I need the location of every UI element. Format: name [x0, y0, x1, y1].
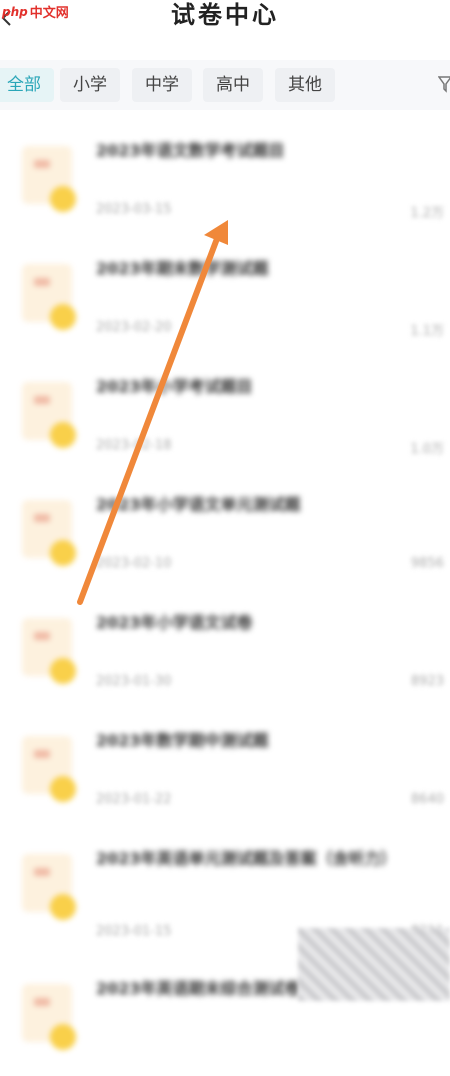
paper-thumbnail [22, 854, 78, 924]
paper-title: 2023年英语单元测试题及答案（含听力） [96, 849, 397, 868]
page-title: 试卷中心 [171, 0, 279, 29]
paper-count: 9856 [410, 556, 444, 571]
image-noise-overlay [298, 928, 450, 1001]
paper-thumbnail [22, 984, 78, 1054]
paper-thumbnail [22, 146, 78, 216]
tab-primary[interactable]: 小学 [60, 68, 120, 102]
tab-high[interactable]: 高中 [203, 68, 263, 102]
filter-icon[interactable] [438, 75, 450, 93]
list-item[interactable]: 2023年小学语文试卷 2023-01-30 8923 [0, 592, 450, 710]
list-item[interactable]: 2023年小学考试题目 2023-02-18 1.0万 [0, 356, 450, 474]
paper-title: 2023年小学语文单元测试题 [96, 495, 301, 514]
tab-other[interactable]: 其他 [275, 68, 335, 102]
header: php 中文网 试卷中心 [0, 0, 450, 52]
category-tabs: 全部 小学 中学 高中 其他 [0, 60, 450, 110]
paper-count: 1.2万 [410, 206, 444, 221]
paper-count: 1.0万 [410, 442, 444, 457]
paper-count: 8640 [410, 792, 444, 807]
paper-date: 2023-01-30 [96, 674, 172, 689]
tab-middle[interactable]: 中学 [132, 68, 192, 102]
paper-title: 2023年小学考试题目 [96, 377, 253, 396]
paper-thumbnail [22, 500, 78, 570]
paper-title: 2023年数学期中测试题 [96, 731, 269, 750]
paper-thumbnail [22, 382, 78, 452]
paper-count: 1.1万 [410, 324, 444, 339]
paper-title: 2023年语文数学考试题目 [96, 141, 285, 160]
paper-thumbnail [22, 264, 78, 334]
list-item[interactable]: 2023年期末数学测试题 2023-02-20 1.1万 [0, 238, 450, 356]
list-item[interactable]: 2023年数学期中测试题 2023-01-22 8640 [0, 710, 450, 828]
paper-count: 8923 [410, 674, 444, 689]
list-item[interactable]: 2023年小学语文单元测试题 2023-02-10 9856 [0, 474, 450, 592]
paper-date: 2023-01-22 [96, 792, 172, 807]
paper-thumbnail [22, 736, 78, 806]
paper-title: 2023年期末数学测试题 [96, 259, 269, 278]
paper-date: 2023-02-18 [96, 438, 172, 453]
tab-all[interactable]: 全部 [0, 68, 54, 102]
paper-date: 2023-02-10 [96, 556, 172, 571]
paper-date: 2023-01-15 [96, 924, 172, 939]
paper-title: 2023年小学语文试卷 [96, 613, 253, 632]
list-item[interactable]: 2023年语文数学考试题目 2023-03-15 1.2万 [0, 120, 450, 238]
paper-date: 2023-03-15 [96, 202, 172, 217]
paper-date: 2023-02-20 [96, 320, 172, 335]
paper-thumbnail [22, 618, 78, 688]
